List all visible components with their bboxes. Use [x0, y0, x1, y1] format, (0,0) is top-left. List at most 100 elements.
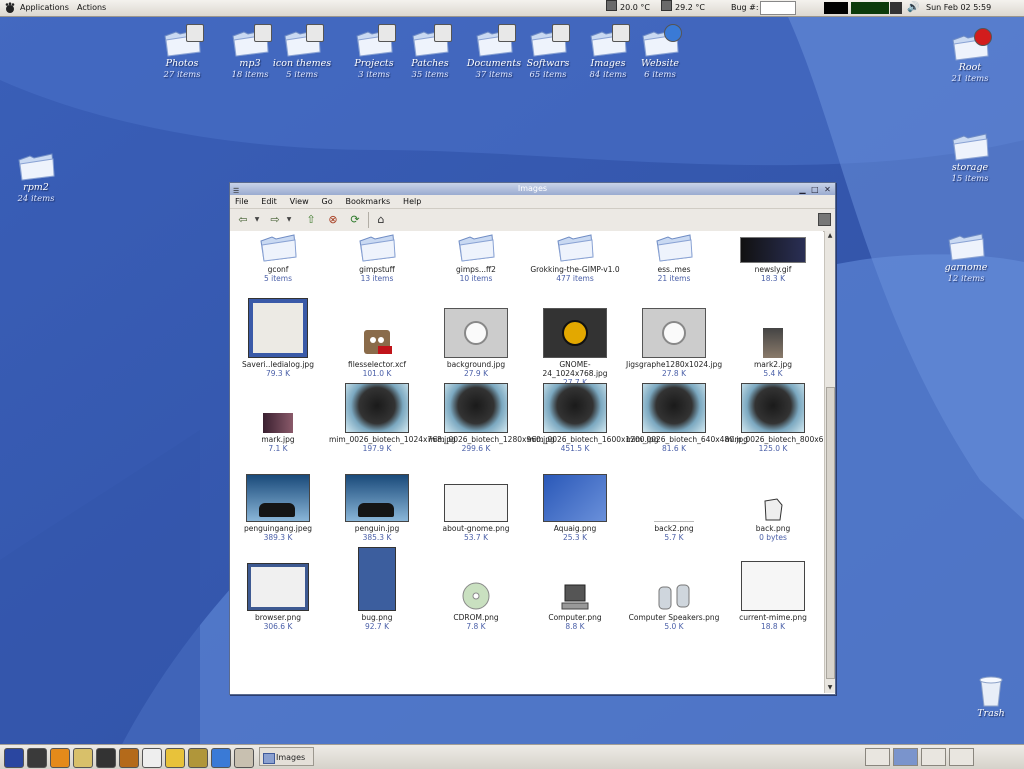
scroll-up-icon[interactable]: ▲ [825, 231, 835, 241]
applications-menu[interactable]: Applications [20, 0, 69, 16]
file-item[interactable]: Aquaig.png 25.3 K [527, 458, 623, 542]
thumbnail-frame [329, 231, 425, 263]
settings-icon[interactable] [73, 748, 93, 768]
folder-item[interactable]: ess..mes 21 items [626, 231, 722, 283]
file-item[interactable]: mim_0026_biotech_1600x1200.jpg 451.5 K [527, 369, 659, 453]
menu-edit[interactable]: Edit [261, 197, 277, 206]
menu-help[interactable]: Help [403, 197, 421, 206]
desktop-icon-root[interactable]: Root 21 items [934, 28, 1006, 85]
menu-view[interactable]: View [290, 197, 309, 206]
workspace-3[interactable] [921, 748, 946, 766]
workspace-1[interactable] [865, 748, 890, 766]
image-thumbnail [444, 484, 508, 522]
bug-number-input[interactable] [760, 1, 796, 15]
file-size: 5.0 K [664, 622, 684, 631]
image-thumbnail [358, 547, 396, 611]
desktop-icon-storage[interactable]: storage 15 items [934, 130, 1006, 185]
file-item[interactable]: CDROM.png 7.8 K [428, 547, 524, 631]
desktop-icon-photos[interactable]: Photos 27 items [146, 24, 218, 81]
book-icon[interactable] [142, 748, 162, 768]
file-size: 8.8 K [565, 622, 585, 631]
window-menu-icon[interactable]: ☰ [233, 185, 239, 197]
file-item[interactable]: penguingang.jpeg 389.3 K [230, 458, 326, 542]
volume-icon[interactable]: 🔊 [907, 0, 919, 16]
scrollbar-thumb[interactable] [826, 387, 835, 679]
desktop-icon-icon-themes[interactable]: icon themes 5 items [266, 24, 338, 81]
file-item[interactable]: mim_0026_biotech_1280x960.jpg 299.6 K [428, 369, 555, 453]
desktop-icon-rpm2[interactable]: rpm2 24 items [0, 150, 72, 205]
folder-item[interactable]: Grokking-the-GIMP-v1.0 477 items [527, 231, 623, 283]
thumbnail-frame [527, 231, 623, 263]
file-item[interactable]: mark.jpg 7.1 K [230, 369, 326, 453]
file-item[interactable]: bug.png 92.7 K [329, 547, 425, 631]
home-icon[interactable]: ⌂ [374, 213, 388, 227]
browser-icon[interactable] [211, 748, 231, 768]
location-toggle-icon[interactable] [818, 213, 831, 226]
maximize-button[interactable]: □ [810, 185, 819, 194]
workspace-4[interactable] [949, 748, 974, 766]
desktop-icon-website[interactable]: Website 6 items [624, 24, 696, 81]
editor-icon[interactable] [188, 748, 208, 768]
forward-arrow-icon[interactable]: ⇨ [268, 213, 282, 227]
file-item[interactable]: Computer.png 8.8 K [527, 547, 623, 631]
scroll-down-icon[interactable]: ▼ [825, 683, 835, 693]
reload-icon[interactable]: ⟳ [348, 213, 362, 227]
folder-item[interactable]: gconf 5 items [230, 231, 326, 283]
monitor-icon[interactable] [96, 748, 116, 768]
window-title: Images [517, 184, 548, 193]
gnome-foot-icon[interactable] [4, 748, 24, 768]
burner-icon[interactable] [119, 748, 139, 768]
file-item[interactable]: back.png 0 bytes [725, 458, 821, 542]
file-item[interactable]: mim_0026_biotech_640x480.jpg 81.6 K [626, 369, 748, 453]
gimp-xcf-icon [364, 330, 392, 354]
folder-item[interactable]: gimpstuff 13 items [329, 231, 425, 283]
file-item[interactable]: mim_0026_biotech_800x600.jpg125.0 K [725, 369, 823, 453]
gnome-foot-icon[interactable] [4, 2, 16, 14]
actions-menu[interactable]: Actions [77, 0, 106, 16]
folder-icon [18, 153, 55, 181]
image-thumbnail [654, 521, 694, 522]
file-item[interactable]: Jigsgraphe1280x1024.jpg 27.8 K [626, 294, 722, 378]
terminal-icon[interactable] [27, 748, 47, 768]
workspace-2[interactable] [893, 748, 918, 766]
close-button[interactable]: ✕ [823, 185, 832, 194]
file-name: Jigsgraphe1280x1024.jpg [626, 360, 723, 369]
forward-dropdown-icon[interactable]: ▼ [286, 213, 292, 227]
task-button-images[interactable]: Images [259, 747, 314, 766]
file-item[interactable]: back2.png 5.7 K [626, 458, 722, 542]
file-item[interactable]: filesselector.xcf 101.0 K [329, 294, 425, 378]
file-item[interactable]: penguin.jpg 385.3 K [329, 458, 425, 542]
mail-icon[interactable] [165, 748, 185, 768]
toolbar: ⇦ ▼ ⇨ ▼ ⇧ ⊗ ⟳ ⌂ [230, 209, 835, 232]
back-dropdown-icon[interactable]: ▼ [254, 213, 260, 227]
desktop-icon-patches[interactable]: Patches 35 items [394, 24, 466, 81]
file-item[interactable]: browser.png 306.6 K [230, 547, 326, 631]
minimize-button[interactable]: ▁ [798, 185, 807, 194]
folder-item[interactable]: gimps...ff2 10 items [428, 231, 524, 283]
file-name: about-gnome.png [442, 524, 510, 533]
back-arrow-icon[interactable]: ⇦ [236, 213, 250, 227]
thumbnail-frame [527, 458, 623, 522]
up-arrow-icon[interactable]: ⇧ [304, 213, 318, 227]
window-titlebar[interactable]: ☰ Images ▁ □ ✕ [230, 183, 835, 195]
file-item[interactable]: newsly.gif 18.3 K [725, 231, 821, 283]
calc-icon[interactable] [234, 748, 254, 768]
desktop-icon-trash[interactable]: Trash [955, 672, 1024, 720]
stop-icon[interactable]: ⊗ [326, 213, 340, 227]
clock[interactable]: Sun Feb 02 5:59 [926, 0, 991, 16]
menu-file[interactable]: File [235, 197, 248, 206]
file-item[interactable]: mim_0026_biotech_1024x768.jpg 197.9 K [329, 369, 456, 453]
gimp-icon[interactable] [50, 748, 70, 768]
menu-go[interactable]: Go [322, 197, 333, 206]
file-item[interactable]: mark2.jpg 5.4 K [725, 294, 821, 378]
file-size: 13 items [360, 274, 394, 283]
file-item[interactable]: background.jpg 27.9 K [428, 294, 524, 378]
file-item[interactable]: about-gnome.png 53.7 K [428, 458, 524, 542]
file-size: 18.3 K [760, 274, 785, 283]
file-item[interactable]: Saveri..ledialog.jpg 79.3 K [230, 294, 326, 378]
file-item[interactable]: current-mime.png 18.8 K [725, 547, 821, 631]
file-item[interactable]: Computer Speakers.png 5.0 K [626, 547, 722, 631]
vertical-scrollbar[interactable]: ▲ ▼ [824, 231, 835, 693]
menu-bookmarks[interactable]: Bookmarks [345, 197, 390, 206]
desktop-icon-garnome[interactable]: garnome 12 items [930, 230, 1002, 285]
